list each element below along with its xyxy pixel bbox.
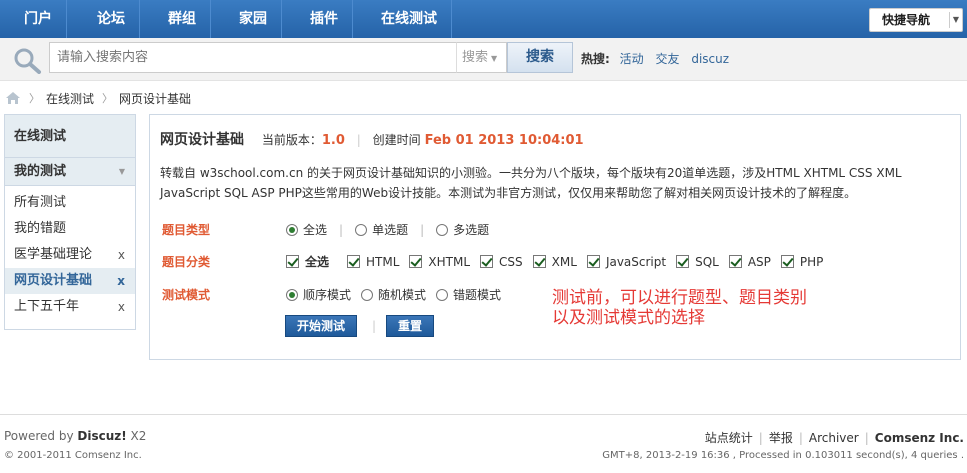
hot-link-friends[interactable]: 交友 bbox=[655, 52, 679, 66]
copyright: © 2001-2011 Comsenz Inc. bbox=[4, 450, 142, 461]
sidebar-item-label: 医学基础理论 bbox=[14, 247, 93, 262]
sidebar-item-label: 上下五千年 bbox=[14, 299, 80, 314]
test-description: 转载自 w3school.com.cn 的关于网页设计基础知识的小测验。一共分为… bbox=[160, 166, 902, 200]
breadcrumb-web-design[interactable]: 网页设计基础 bbox=[119, 90, 191, 107]
category-check-all[interactable]: 全选 bbox=[286, 253, 329, 270]
category-check-php[interactable]: PHP bbox=[780, 255, 823, 269]
nav-item-plugin[interactable]: 插件 bbox=[296, 0, 353, 38]
nav-item-group[interactable]: 群组 bbox=[154, 0, 211, 38]
created-label: 创建时间 bbox=[372, 133, 421, 147]
question-type-label: 题目类型 bbox=[162, 223, 211, 237]
footer-link-stats[interactable]: 站点统计 bbox=[705, 431, 753, 445]
mode-radio-wrong[interactable]: 错题模式 bbox=[436, 286, 501, 303]
sidebar-item-label: 所有测试 bbox=[14, 195, 67, 210]
footer-links: 站点统计 | 举报 | Archiver | Comsenz Inc. bbox=[704, 431, 964, 445]
category-check-xml[interactable]: XML bbox=[532, 255, 577, 269]
sidebar-title[interactable]: 在线测试 bbox=[5, 115, 135, 158]
hot-search: 热搜: 活动 交友 discuz bbox=[581, 50, 737, 67]
category-check-html[interactable]: HTML bbox=[347, 255, 399, 269]
discuz-link[interactable]: Discuz! bbox=[77, 429, 126, 443]
footer-stats: GMT+8, 2013-2-19 16:36 , Processed in 0.… bbox=[602, 450, 964, 461]
chevron-down-icon: ▼ bbox=[952, 15, 959, 24]
search-button[interactable]: 搜索 bbox=[507, 42, 573, 73]
search-type-select[interactable]: 搜索 ▼ bbox=[456, 42, 507, 73]
sidebar-item-all-tests[interactable]: 所有测试 bbox=[5, 190, 135, 216]
mode-radio-random[interactable]: 随机模式 bbox=[361, 286, 426, 303]
breadcrumb-separator: 〉 bbox=[102, 92, 114, 105]
category-check-css[interactable]: CSS bbox=[480, 255, 523, 269]
version-value: 1.0 bbox=[321, 133, 345, 148]
powered-by: Powered by Discuz! X2 bbox=[4, 429, 147, 443]
footer-link-archiver[interactable]: Archiver bbox=[809, 431, 859, 445]
breadcrumb-online-test[interactable]: 在线测试 bbox=[46, 90, 94, 107]
sidebar-my-tests-label: 我的测试 bbox=[14, 164, 67, 179]
sidebar-item-medical-basics[interactable]: 医学基础理论 x bbox=[5, 242, 135, 268]
type-radio-multiple[interactable]: 多选题 bbox=[436, 221, 489, 238]
nav-item-forum[interactable]: 论坛 bbox=[83, 0, 140, 38]
hot-search-label: 热搜: bbox=[581, 52, 610, 66]
breadcrumb-separator: 〉 bbox=[29, 92, 40, 105]
page-title: 网页设计基础 bbox=[160, 132, 244, 148]
chevron-down-icon: ▼ bbox=[118, 167, 125, 176]
hot-link-discuz[interactable]: discuz bbox=[691, 52, 729, 66]
breadcrumb: 〉 在线测试 〉 网页设计基础 bbox=[5, 90, 191, 106]
sidebar: 在线测试 我的测试 ▼ 所有测试 我的错题 医学基础理论 x 网页设计基础 x … bbox=[4, 114, 136, 330]
chevron-down-icon: ▼ bbox=[491, 54, 498, 63]
category-check-asp[interactable]: ASP bbox=[728, 255, 771, 269]
close-icon[interactable]: x bbox=[117, 268, 125, 294]
quick-nav-button[interactable]: 快捷导航 ▼ bbox=[869, 8, 963, 32]
nav-item-home[interactable]: 家园 bbox=[225, 0, 282, 38]
type-radio-single[interactable]: 单选题 bbox=[355, 221, 408, 238]
sidebar-item-label: 网页设计基础 bbox=[14, 273, 93, 288]
annotation-line-2: 以及测试模式的选择 bbox=[552, 308, 705, 328]
sidebar-my-tests[interactable]: 我的测试 ▼ bbox=[5, 158, 135, 186]
category-check-javascript[interactable]: JavaScript bbox=[586, 255, 666, 269]
sidebar-item-wrong-questions[interactable]: 我的错题 bbox=[5, 216, 135, 242]
test-header: 网页设计基础 当前版本：1.0 | 创建时间 Feb 01 2013 10:04:… bbox=[160, 132, 584, 148]
footer-link-company[interactable]: Comsenz Inc. bbox=[875, 431, 964, 445]
reset-button[interactable]: 重置 bbox=[386, 315, 434, 337]
search-icon bbox=[14, 48, 41, 74]
version-label: 当前版本： bbox=[261, 133, 322, 147]
home-icon[interactable] bbox=[5, 91, 21, 105]
category-check-sql[interactable]: SQL bbox=[676, 255, 719, 269]
nav-item-portal[interactable]: 门户 bbox=[10, 0, 67, 38]
search-bar: 搜索▼ 搜索 热搜: 活动 交友 discuz bbox=[0, 38, 967, 81]
footer-link-report[interactable]: 举报 bbox=[769, 431, 793, 445]
sidebar-item-web-design[interactable]: 网页设计基础 x bbox=[5, 268, 135, 294]
sidebar-item-history[interactable]: 上下五千年 x bbox=[5, 294, 135, 320]
annotation-text: 测试前，可以进行题型、题目类别 以及测试模式的选择 bbox=[552, 288, 872, 328]
close-icon[interactable]: x bbox=[118, 242, 125, 268]
start-test-button[interactable]: 开始测试 bbox=[285, 315, 357, 337]
top-nav: 门户 论坛 群组 家园 插件 在线测试 快捷导航 ▼ bbox=[0, 0, 967, 38]
quick-nav-label: 快捷导航 bbox=[882, 13, 931, 27]
mode-radio-sequential[interactable]: 顺序模式 bbox=[286, 286, 351, 303]
footer-divider bbox=[0, 414, 967, 415]
category-label: 题目分类 bbox=[162, 255, 211, 269]
category-check-xhtml[interactable]: XHTML bbox=[409, 255, 470, 269]
test-mode-label: 测试模式 bbox=[162, 288, 211, 302]
sidebar-item-label: 我的错题 bbox=[14, 221, 67, 236]
created-value: Feb 01 2013 10:04:01 bbox=[424, 133, 584, 148]
search-type-label: 搜索 bbox=[462, 50, 489, 65]
type-radio-all[interactable]: 全选 bbox=[286, 221, 327, 238]
nav-item-online-test[interactable]: 在线测试 bbox=[367, 0, 452, 38]
annotation-line-1: 测试前，可以进行题型、题目类别 bbox=[552, 288, 807, 308]
hot-link-activity[interactable]: 活动 bbox=[620, 52, 644, 66]
search-input[interactable] bbox=[49, 42, 457, 73]
close-icon[interactable]: x bbox=[118, 294, 125, 320]
